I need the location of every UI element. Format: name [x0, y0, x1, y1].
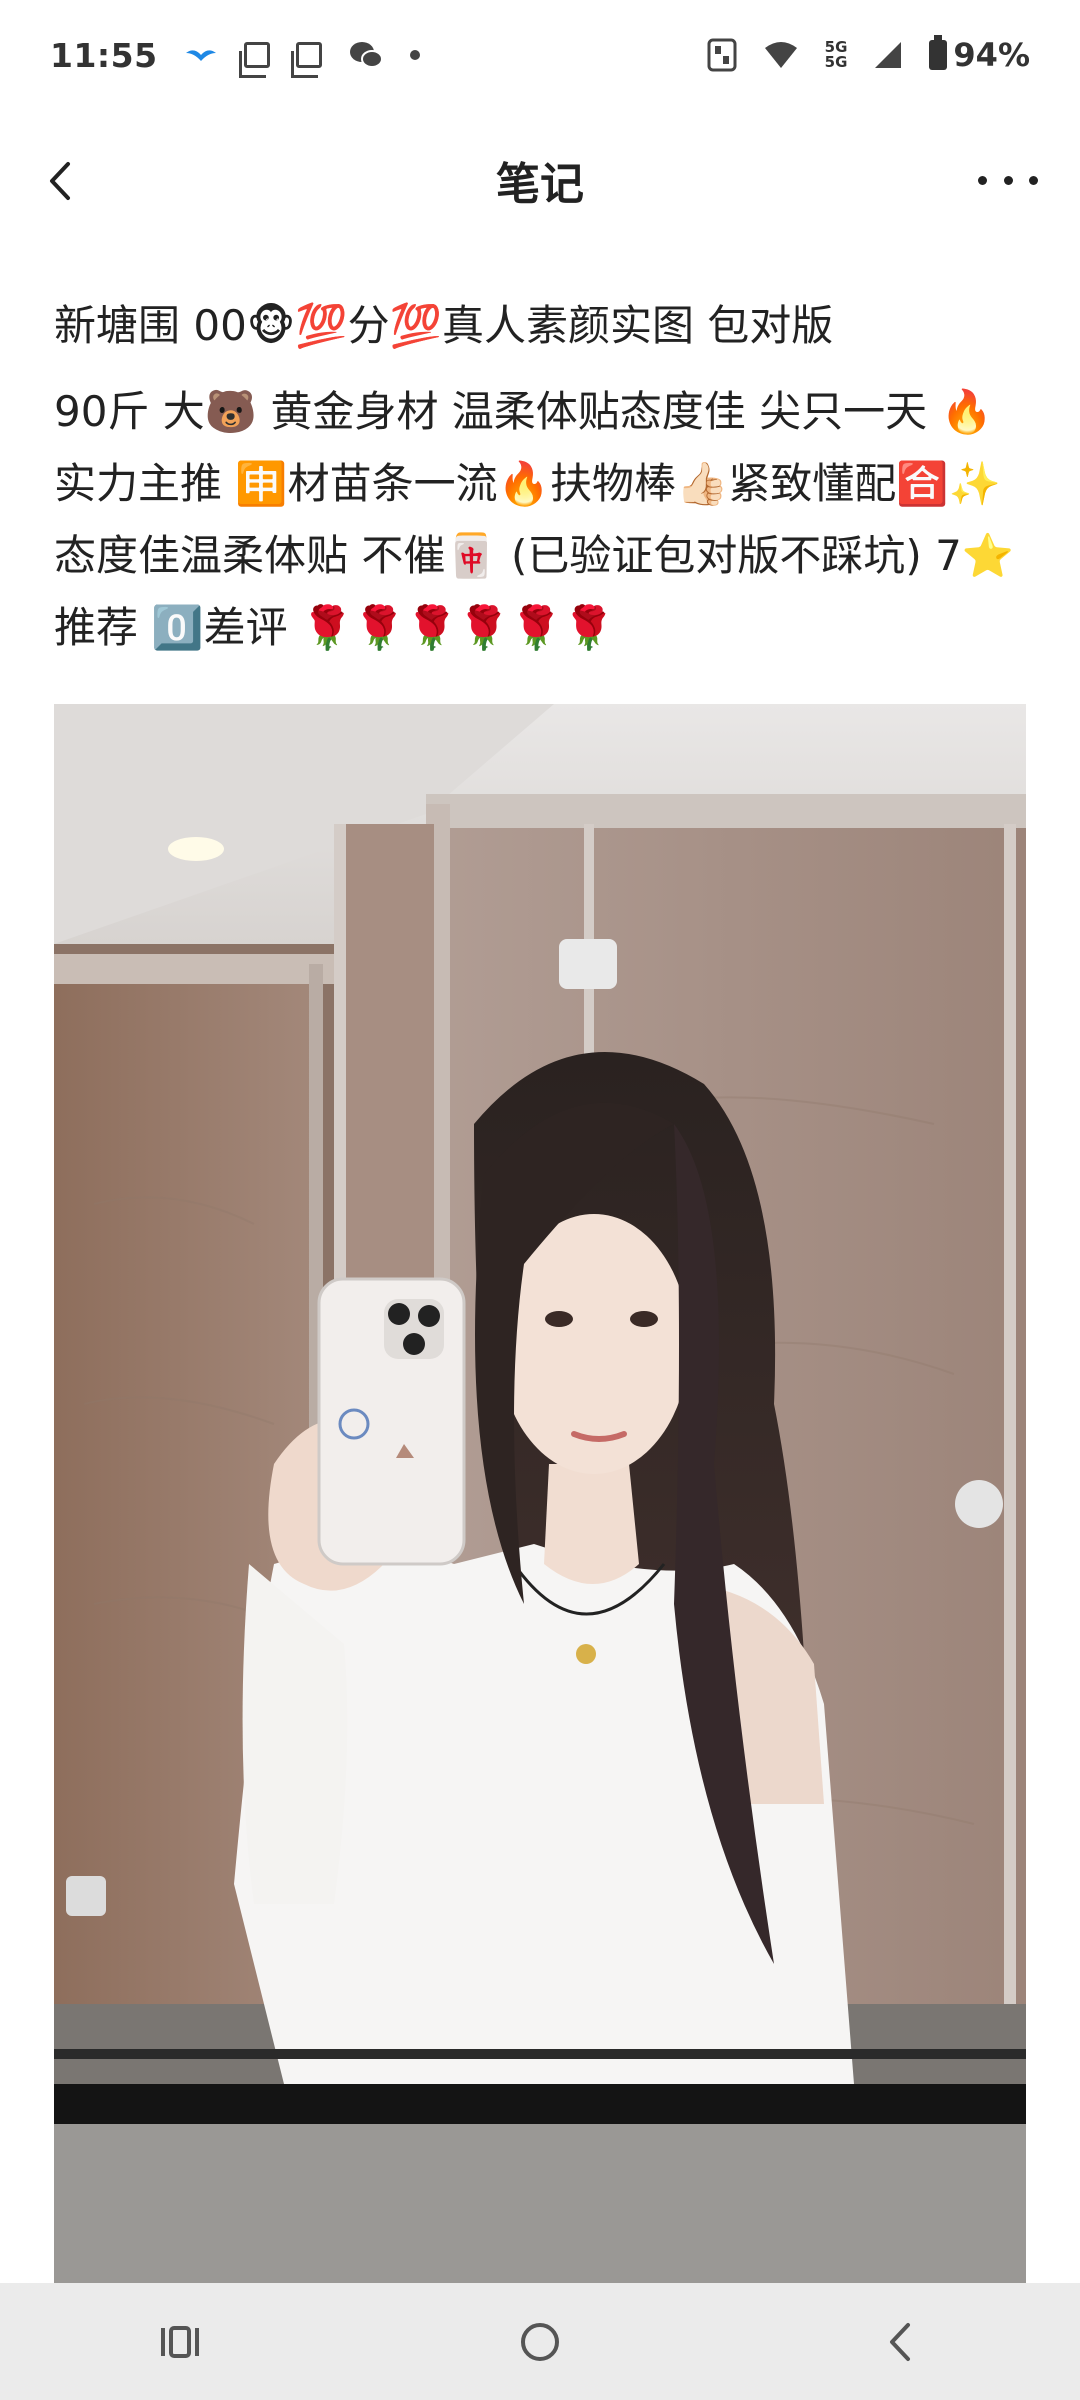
bird-notification-icon — [185, 50, 216, 61]
recent-apps-button[interactable] — [150, 2312, 210, 2372]
post-photo[interactable] — [54, 704, 1026, 2284]
page-title: 笔记 — [496, 159, 584, 210]
home-icon — [521, 2322, 559, 2361]
wechat-icon — [349, 42, 383, 68]
nfc-icon — [707, 38, 737, 72]
system-navigation-bar — [0, 2283, 1080, 2400]
status-bar: 11:55 5G 5G 94% — [0, 0, 1080, 110]
chevron-left-icon — [50, 162, 70, 200]
back-button[interactable] — [38, 156, 88, 206]
mirror-selfie-image — [54, 704, 1026, 2284]
post-content: 新塘围 00🐵💯分💯真人素颜实图 包对版 90斤 大🐻 黄金身材 温柔体贴态度佳… — [54, 290, 1034, 664]
network-type: 5G 5G — [825, 40, 848, 70]
post-body: 90斤 大🐻 黄金身材 温柔体贴态度佳 尖只一天 🔥实力主推 🈸材苗条一流🔥扶物… — [54, 387, 1015, 652]
more-options-button[interactable] — [978, 160, 1038, 200]
network-label-bottom: 5G — [824, 53, 848, 71]
top-app-bar: 笔记 — [0, 130, 1080, 230]
nav-back-icon — [890, 2322, 910, 2361]
more-notifications-dot — [409, 50, 420, 60]
app-notification-icon-2 — [290, 42, 322, 78]
battery-indicator: 94% — [929, 35, 1030, 74]
more-dot — [1029, 175, 1038, 185]
status-time: 11:55 — [50, 35, 158, 75]
wifi-icon — [764, 42, 797, 68]
recent-apps-icon — [161, 2325, 199, 2358]
app-notification-icon — [238, 42, 270, 78]
home-button[interactable] — [510, 2312, 570, 2372]
post-title: 新塘围 00🐵💯分💯真人素颜实图 包对版 — [54, 301, 834, 350]
system-back-button[interactable] — [870, 2312, 930, 2372]
battery-icon — [929, 35, 948, 70]
signal-icon — [875, 42, 902, 68]
battery-percent: 94% — [953, 36, 1030, 74]
more-dot — [1003, 175, 1013, 185]
more-dots-icon — [978, 175, 987, 185]
